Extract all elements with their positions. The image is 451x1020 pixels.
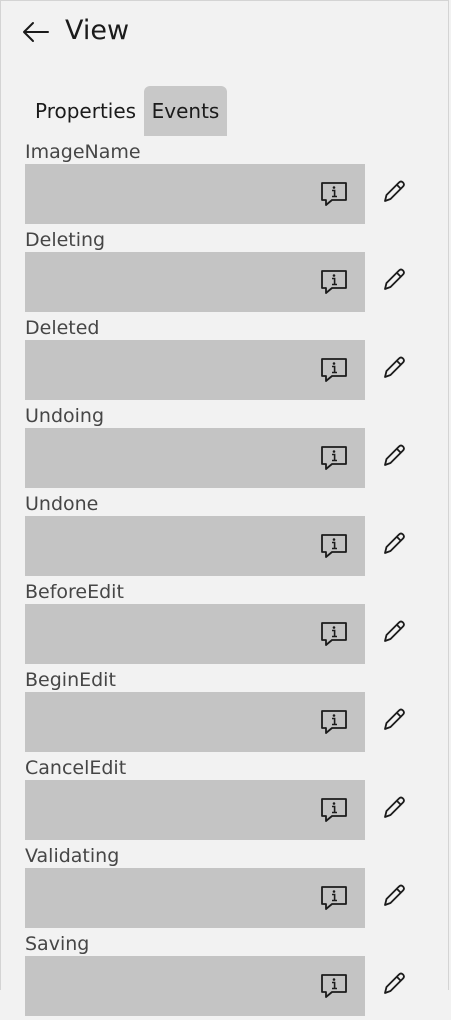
field-input[interactable] <box>25 692 365 752</box>
tab-events[interactable]: Events <box>144 86 227 136</box>
pencil-icon[interactable] <box>380 882 408 910</box>
pencil-icon[interactable] <box>380 442 408 470</box>
list-item: ImageName <box>0 140 451 228</box>
pencil-icon[interactable] <box>380 530 408 558</box>
field-input[interactable] <box>25 252 365 312</box>
info-comment-icon[interactable] <box>320 357 348 383</box>
info-comment-icon[interactable] <box>320 181 348 207</box>
info-comment-icon[interactable] <box>320 797 348 823</box>
list-item: Deleted <box>0 316 451 404</box>
field-label: Saving <box>25 933 90 955</box>
field-input[interactable] <box>25 604 365 664</box>
info-comment-icon[interactable] <box>320 709 348 735</box>
tab-properties[interactable]: Properties <box>25 86 144 136</box>
field-label: Undone <box>25 493 99 515</box>
arrow-left-icon <box>23 22 49 42</box>
list-item: CancelEdit <box>0 756 451 844</box>
field-label: Deleted <box>25 317 100 339</box>
field-input[interactable] <box>25 428 365 488</box>
field-input[interactable] <box>25 780 365 840</box>
field-input[interactable] <box>25 868 365 928</box>
field-input[interactable] <box>25 164 365 224</box>
pencil-icon[interactable] <box>380 178 408 206</box>
list-item: Deleting <box>0 228 451 316</box>
field-input[interactable] <box>25 340 365 400</box>
list-item: Undone <box>0 492 451 580</box>
info-comment-icon[interactable] <box>320 445 348 471</box>
field-label: Validating <box>25 845 120 867</box>
list-item: Undoing <box>0 404 451 492</box>
pencil-icon[interactable] <box>380 794 408 822</box>
field-label: BeforeEdit <box>25 581 124 603</box>
info-comment-icon[interactable] <box>320 269 348 295</box>
field-label: Deleting <box>25 229 106 251</box>
pencil-icon[interactable] <box>380 354 408 382</box>
pencil-icon[interactable] <box>380 970 408 998</box>
field-label: BeginEdit <box>25 669 116 691</box>
info-comment-icon[interactable] <box>320 973 348 999</box>
list-item: Validating <box>0 844 451 932</box>
header: View <box>0 0 451 64</box>
field-label: ImageName <box>25 141 141 163</box>
pencil-icon[interactable] <box>380 706 408 734</box>
pencil-icon[interactable] <box>380 266 408 294</box>
info-comment-icon[interactable] <box>320 885 348 911</box>
field-label: Undoing <box>25 405 105 427</box>
event-field-list: ImageName Deleting Deleted Undoing Undon… <box>0 140 451 1020</box>
list-item: Saving <box>0 932 451 1020</box>
list-item: BeforeEdit <box>0 580 451 668</box>
list-item: BeginEdit <box>0 668 451 756</box>
page-title: View <box>65 15 130 46</box>
info-comment-icon[interactable] <box>320 533 348 559</box>
tab-bar: Properties Events <box>25 86 227 136</box>
field-input[interactable] <box>25 516 365 576</box>
pencil-icon[interactable] <box>380 618 408 646</box>
back-button[interactable] <box>18 16 52 48</box>
field-input[interactable] <box>25 956 365 1016</box>
info-comment-icon[interactable] <box>320 621 348 647</box>
field-label: CancelEdit <box>25 757 127 779</box>
